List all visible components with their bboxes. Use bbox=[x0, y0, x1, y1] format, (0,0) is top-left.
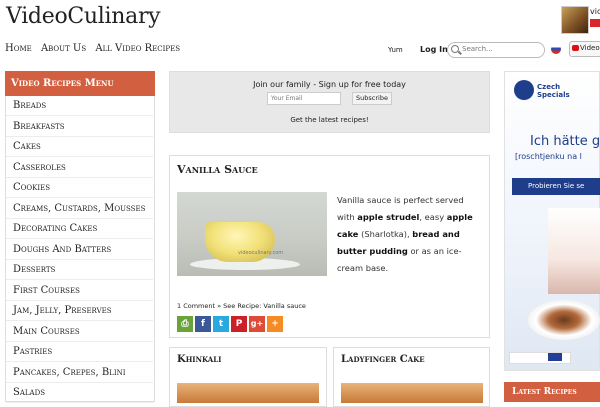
sidebar-item-pastries[interactable]: Pastries bbox=[6, 342, 153, 362]
sidebar-item-creams[interactable]: Creams, Custards, Mousses bbox=[6, 199, 153, 219]
youtube-label: VideoCu bbox=[580, 44, 600, 52]
ad-headline: Ich hätte g bbox=[530, 134, 600, 149]
login-link[interactable]: Log In bbox=[420, 45, 448, 54]
recipe-description: Vanilla sauce is perfect served with app… bbox=[337, 195, 473, 273]
user-avatar[interactable] bbox=[561, 6, 589, 34]
nav-all-video-recipes[interactable]: All Video Recipes bbox=[95, 43, 180, 54]
yum-link[interactable]: Yum bbox=[388, 46, 403, 54]
user-badge bbox=[590, 19, 600, 27]
sidebar-item-breakfasts[interactable]: Breakfasts bbox=[6, 117, 153, 137]
print-icon[interactable]: ⎙ bbox=[177, 316, 193, 332]
nav-about-us[interactable]: About Us bbox=[41, 43, 86, 54]
ad-brand: Czech Specials bbox=[537, 83, 570, 99]
email-field[interactable] bbox=[267, 92, 341, 105]
ad-subline: [roschtjenku na l bbox=[515, 152, 582, 161]
ad-cta-button[interactable]: Probieren Sie se bbox=[512, 178, 600, 195]
latest-recipes-header: Latest Recipes bbox=[504, 382, 600, 402]
sidebar-item-desserts[interactable]: Desserts bbox=[6, 260, 153, 280]
link-apple-strudel[interactable]: apple strudel bbox=[357, 212, 419, 222]
pinterest-icon[interactable]: P bbox=[231, 316, 247, 332]
russian-flag-icon[interactable] bbox=[551, 44, 561, 54]
sidebar-item-main-courses[interactable]: Main Courses bbox=[6, 322, 153, 342]
sidebar-item-breads[interactable]: Breads bbox=[6, 96, 153, 116]
facebook-icon[interactable]: f bbox=[195, 316, 211, 332]
sauce-boat bbox=[205, 222, 275, 262]
site-logo[interactable]: VideoCulinary bbox=[6, 4, 161, 29]
eu-flag-icon bbox=[548, 353, 562, 361]
sidebar-item-salads[interactable]: Salads bbox=[6, 383, 153, 403]
recipe-image-khinkali[interactable] bbox=[177, 383, 319, 403]
recipe-image-ladyfinger[interactable] bbox=[341, 383, 483, 403]
more-share-icon[interactable]: + bbox=[267, 316, 283, 332]
recipe-title-ladyfinger[interactable]: Ladyfinger Cake bbox=[341, 354, 425, 365]
search-input[interactable] bbox=[462, 43, 540, 55]
main-nav: Home About Us All Video Recipes bbox=[5, 43, 186, 54]
ad-food-plate bbox=[528, 300, 600, 340]
nav-home[interactable]: Home bbox=[5, 43, 32, 54]
sidebar-item-jam[interactable]: Jam, Jelly, Preserves bbox=[6, 301, 153, 321]
sidebar-item-first-courses[interactable]: First Courses bbox=[6, 281, 153, 301]
sidebar-item-cakes[interactable]: Cakes bbox=[6, 137, 153, 157]
recipe-title-khinkali[interactable]: Khinkali bbox=[177, 354, 221, 365]
recipe-meta[interactable]: 1 Comment » See Recipe: Vanilla sauce bbox=[177, 302, 306, 310]
youtube-icon bbox=[572, 45, 579, 51]
sidebar-title: Video Recipes Menu bbox=[5, 71, 155, 96]
signup-title: Join our family - Sign up for free today bbox=[253, 80, 406, 89]
ad-logo-icon bbox=[514, 80, 534, 100]
sidebar-item-casseroles[interactable]: Casseroles bbox=[6, 158, 153, 178]
signup-subtitle: Get the latest recipes! bbox=[290, 116, 369, 124]
user-name[interactable]: vic bbox=[590, 7, 600, 16]
sidebar-item-cookies[interactable]: Cookies bbox=[6, 178, 153, 198]
sidebar-item-decorating-cakes[interactable]: Decorating Cakes bbox=[6, 219, 153, 239]
sidebar-item-doughs[interactable]: Doughs And Batters bbox=[6, 240, 153, 260]
sidebar-item-pancakes[interactable]: Pancakes, Crepes, Blini bbox=[6, 363, 153, 383]
subscribe-button[interactable]: Subscribe bbox=[352, 92, 392, 105]
recipe-title[interactable]: Vanilla Sauce bbox=[177, 163, 258, 176]
image-watermark: videoculinary.com bbox=[238, 250, 284, 256]
google-plus-icon[interactable]: g+ bbox=[249, 316, 265, 332]
ad-wine-glass bbox=[548, 208, 600, 294]
twitter-icon[interactable]: t bbox=[213, 316, 229, 332]
